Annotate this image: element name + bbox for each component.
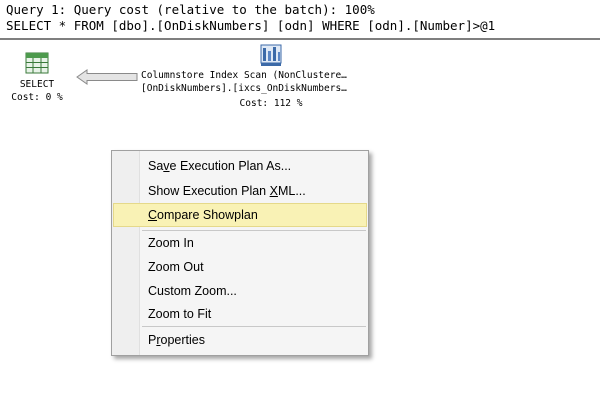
- query-header: Query 1: Query cost (relative to the bat…: [0, 0, 600, 40]
- plan-node-select[interactable]: SELECT Cost: 0 %: [4, 52, 70, 104]
- scan-node-title: Columnstore Index Scan (NonClustere…: [141, 70, 347, 81]
- query-cost-line: Query 1: Query cost (relative to the bat…: [6, 2, 375, 17]
- data-flow-arrow-icon: [76, 69, 138, 85]
- menu-item-show-plan-xml[interactable]: Show Execution Plan XML...: [114, 180, 366, 202]
- context-menu: Save Execution Plan As... Show Execution…: [111, 150, 369, 356]
- menu-item-save-execution-plan[interactable]: Save Execution Plan As...: [114, 155, 366, 177]
- menu-item-properties[interactable]: Properties: [114, 329, 366, 351]
- menu-separator: [142, 230, 366, 231]
- columnstore-index-scan-icon: [258, 43, 284, 67]
- menu-item-compare-showplan[interactable]: Compare Showplan: [113, 203, 367, 227]
- select-node-cost: Cost: 0 %: [11, 92, 63, 103]
- table-icon: [25, 52, 49, 74]
- menu-separator: [142, 326, 366, 327]
- scan-node-object: [OnDiskNumbers].[ixcs_OnDiskNumbers…: [141, 83, 347, 94]
- menu-item-zoom-out[interactable]: Zoom Out: [114, 256, 366, 278]
- plan-node-columnstore-scan[interactable]: Columnstore Index Scan (NonClustere… [On…: [141, 43, 401, 110]
- query-sql-line: SELECT * FROM [dbo].[OnDiskNumbers] [odn…: [6, 18, 496, 33]
- scan-node-cost: Cost: 112 %: [239, 98, 303, 109]
- menu-item-zoom-to-fit[interactable]: Zoom to Fit: [114, 303, 366, 325]
- menu-item-zoom-in[interactable]: Zoom In: [114, 232, 366, 254]
- menu-item-custom-zoom[interactable]: Custom Zoom...: [114, 280, 366, 302]
- select-node-label: SELECT: [19, 79, 55, 90]
